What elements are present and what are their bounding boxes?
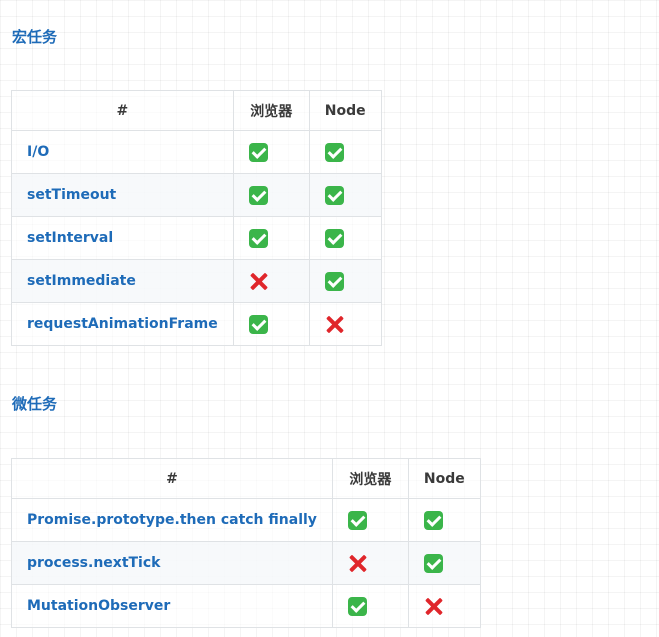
- task-name: setInterval: [11, 216, 234, 260]
- node-support-cell: [407, 498, 481, 542]
- table-row: setInterval: [11, 216, 382, 260]
- check-icon: [248, 228, 268, 248]
- node-support-cell: [308, 130, 382, 174]
- microtask-table: # 浏览器 Node Promise.prototype.then catch …: [11, 458, 481, 628]
- check-icon: [324, 271, 344, 291]
- header-browser: 浏览器: [331, 458, 409, 499]
- task-name: I/O: [11, 130, 234, 174]
- header-node: Node: [407, 458, 481, 499]
- node-support-cell: [308, 302, 382, 346]
- node-support-cell: [407, 584, 481, 628]
- browser-support-cell: [331, 498, 409, 542]
- check-icon: [248, 142, 268, 162]
- check-icon: [248, 185, 268, 205]
- table-row: requestAnimationFrame: [11, 302, 382, 346]
- check-icon: [324, 185, 344, 205]
- browser-support-cell: [232, 173, 310, 217]
- browser-support-cell: [331, 541, 409, 585]
- microtask-heading: 微任务: [12, 395, 58, 413]
- browser-support-cell: [232, 130, 310, 174]
- check-icon: [248, 314, 268, 334]
- task-name: process.nextTick: [11, 541, 333, 585]
- table-header-row: # 浏览器 Node: [11, 458, 481, 499]
- header-browser: 浏览器: [232, 90, 310, 131]
- macrotask-heading: 宏任务: [12, 28, 58, 46]
- header-name: #: [11, 458, 333, 499]
- check-icon: [324, 142, 344, 162]
- node-support-cell: [407, 541, 481, 585]
- header-name: #: [11, 90, 234, 131]
- browser-support-cell: [232, 259, 310, 303]
- table-row: MutationObserver: [11, 584, 481, 628]
- task-name: setImmediate: [11, 259, 234, 303]
- browser-support-cell: [232, 216, 310, 260]
- node-support-cell: [308, 259, 382, 303]
- check-icon: [423, 510, 443, 530]
- macrotask-table: # 浏览器 Node I/O setTimeout setInterval se…: [11, 90, 382, 346]
- cross-icon: [249, 272, 268, 291]
- cross-icon: [424, 597, 443, 616]
- header-node: Node: [308, 90, 382, 131]
- table-row: setImmediate: [11, 259, 382, 303]
- table-row: process.nextTick: [11, 541, 481, 585]
- table-header-row: # 浏览器 Node: [11, 90, 382, 131]
- table-row: Promise.prototype.then catch finally: [11, 498, 481, 542]
- task-name: setTimeout: [11, 173, 234, 217]
- check-icon: [423, 553, 443, 573]
- table-row: I/O: [11, 130, 382, 174]
- node-support-cell: [308, 216, 382, 260]
- check-icon: [324, 228, 344, 248]
- check-icon: [347, 596, 367, 616]
- cross-icon: [325, 315, 344, 334]
- task-name: requestAnimationFrame: [11, 302, 234, 346]
- task-name: Promise.prototype.then catch finally: [11, 498, 333, 542]
- task-name: MutationObserver: [11, 584, 333, 628]
- browser-support-cell: [331, 584, 409, 628]
- check-icon: [347, 510, 367, 530]
- table-row: setTimeout: [11, 173, 382, 217]
- browser-support-cell: [232, 302, 310, 346]
- node-support-cell: [308, 173, 382, 217]
- cross-icon: [348, 554, 367, 573]
